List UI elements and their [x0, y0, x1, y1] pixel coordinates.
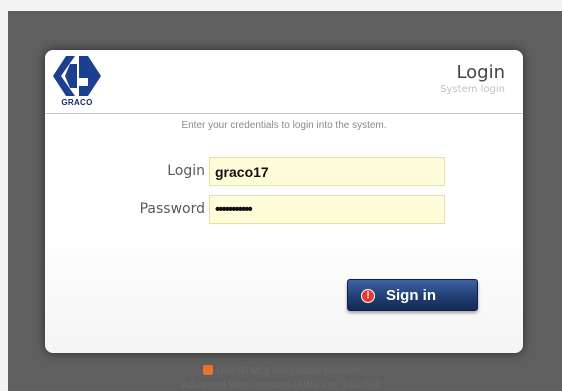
html5-icon: [202, 365, 213, 375]
login-label: Login: [167, 163, 205, 179]
brand-name: GRACO: [61, 98, 93, 107]
dialog-header: GRACO Login System login: [45, 50, 523, 114]
password-label: Password: [139, 201, 205, 217]
browser-notice: Use HTML5 compatible browser: [0, 365, 562, 377]
sign-in-button[interactable]: ! Sign in: [347, 279, 478, 311]
password-input[interactable]: •••••••••••: [209, 195, 445, 224]
browser-notice-text: Use HTML5 compatible browser: [216, 366, 360, 377]
page-title: Login: [456, 62, 505, 83]
graco-logo: GRACO: [53, 56, 101, 108]
alert-icon: !: [361, 289, 375, 303]
sign-in-label: Sign in: [386, 287, 436, 304]
login-dialog: GRACO Login System login Enter your cred…: [45, 50, 523, 353]
version-info: Advanced Web Interface (AWI) Ver. 3.01.0…: [181, 380, 381, 391]
login-input[interactable]: graco17: [209, 157, 445, 186]
login-instructions: Enter your credentials to login into the…: [181, 120, 387, 131]
graco-logo-icon: [53, 56, 101, 96]
page-subtitle: System login: [440, 84, 505, 95]
